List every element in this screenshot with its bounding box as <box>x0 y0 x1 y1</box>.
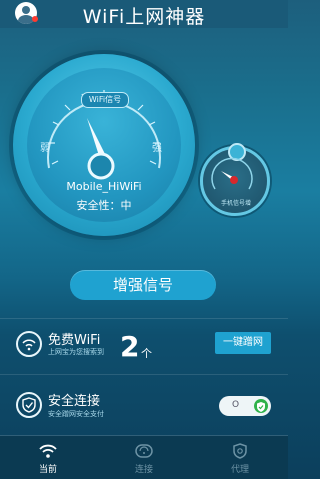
tab-label: 连接 <box>134 465 153 475</box>
mini-gauge-hub <box>230 176 238 184</box>
one-click-connect-button[interactable]: 一键蹭网 <box>215 332 271 354</box>
wifi-icon <box>39 444 57 458</box>
weak-label: 弱 <box>40 143 50 154</box>
wifi-signal-badge: WiFi信号 <box>81 92 129 108</box>
secure-connection-title: 安全连接 <box>48 394 101 409</box>
divider <box>0 374 288 375</box>
tab-label: 代理 <box>230 465 249 475</box>
tab-current[interactable]: 当前 <box>0 436 96 479</box>
phone-signal-label: 手机信号增 <box>220 200 251 207</box>
secure-connection-subtitle: 安全蹭网安全支付 <box>48 410 104 418</box>
tab-proxy[interactable]: 代理 <box>192 436 288 479</box>
network-ssid: Mobile_HiWiFi <box>66 180 142 193</box>
app-title: WiFi上网神器 <box>82 6 206 28</box>
wifi-count: 2 <box>120 330 140 363</box>
free-wifi-title: 免费WiFi <box>48 333 101 348</box>
wifi-badge-icon <box>135 444 153 458</box>
boost-signal-button[interactable]: 增强信号 <box>70 270 216 300</box>
tab-label: 当前 <box>38 465 57 475</box>
free-wifi-subtitle: 上网宝为您搜索到 <box>48 348 104 356</box>
secure-connection-toggle[interactable]: O <box>219 396 271 416</box>
shield-icon <box>233 443 247 459</box>
wifi-count-unit: 个 <box>141 347 152 360</box>
gauge-hub <box>87 152 115 180</box>
divider <box>0 318 288 319</box>
toggle-state-label: O <box>232 400 240 410</box>
secure-connection-icon <box>16 392 42 418</box>
bottom-tab-bar: 当前 连接 代理 <box>0 436 288 479</box>
strong-label: 强 <box>152 143 162 154</box>
security-level: 安全性：中 <box>76 199 132 212</box>
free-wifi-icon <box>16 331 42 357</box>
tab-connect[interactable]: 连接 <box>96 436 192 479</box>
toggle-shield-icon <box>254 399 268 413</box>
